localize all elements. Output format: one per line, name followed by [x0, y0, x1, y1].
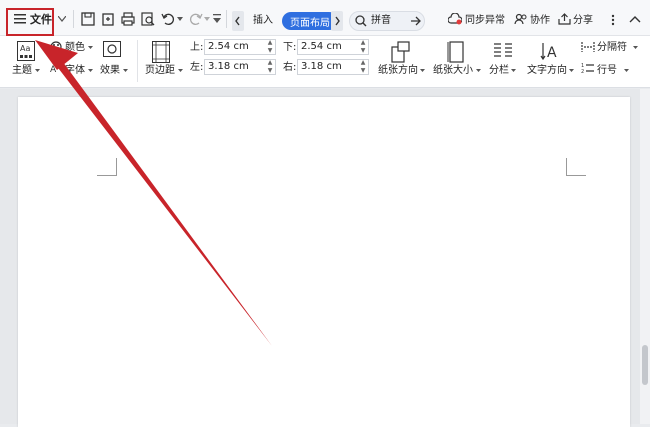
annotation-arrow [35, 40, 272, 346]
